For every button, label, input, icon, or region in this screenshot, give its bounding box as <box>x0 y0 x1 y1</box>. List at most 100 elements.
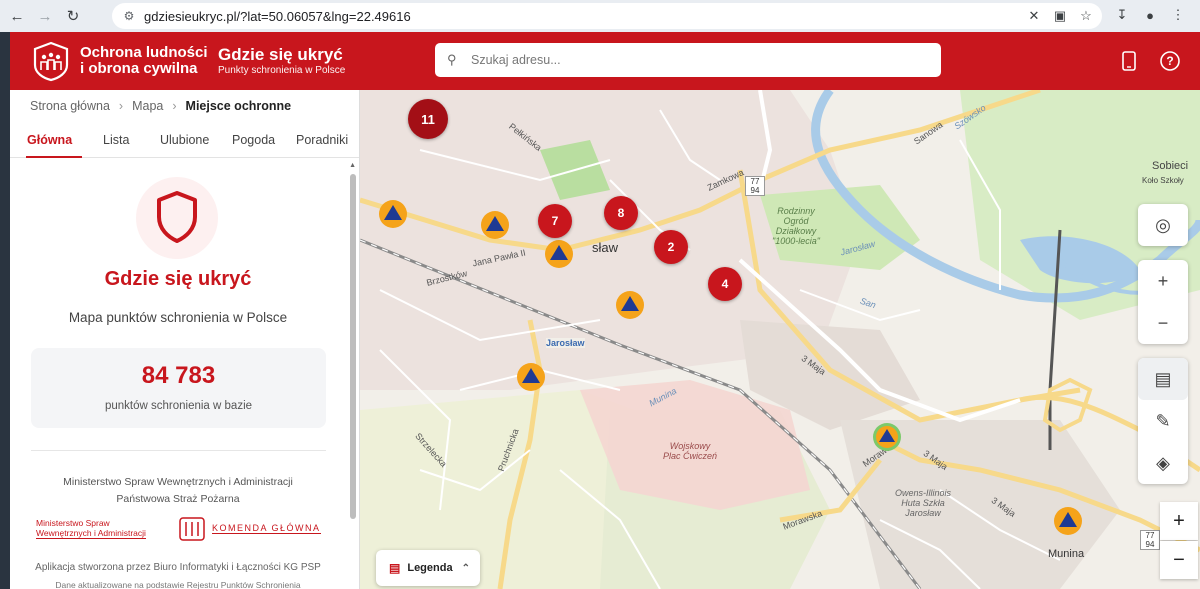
route-shield: 77 94 <box>745 176 765 196</box>
tab-lista[interactable]: Lista <box>103 133 129 147</box>
org-name[interactable]: Ochrona ludności i obrona cywilna <box>80 45 212 77</box>
station-label: Jarosław <box>546 338 585 348</box>
scroll-up-arrow-icon[interactable]: ▲ <box>349 162 356 169</box>
tab-pogoda[interactable]: Pogoda <box>232 133 275 147</box>
mswia-logo-line1: Ministerstwo Spraw <box>36 518 110 528</box>
app-title: Gdzie się ukryć <box>218 45 343 64</box>
shelter-marker[interactable] <box>615 290 645 320</box>
url-text[interactable]: gdziesieukryc.pl/?lat=50.06057&lng=22.49… <box>144 9 411 24</box>
civil-defense-logo-icon[interactable] <box>30 40 72 82</box>
breadcrumb-current: Miejsce ochronne <box>185 99 292 113</box>
city-label: sław <box>592 240 619 255</box>
route-shield: 77 94 <box>1140 530 1160 550</box>
allotment-label: Rodzinny Ogród Działkowy "1000-lecia" <box>772 206 820 246</box>
site-settings-icon[interactable]: ⚙ <box>118 9 140 23</box>
tab-ulubione[interactable]: Ulubione <box>160 133 209 147</box>
sidebar-scrollbar[interactable] <box>350 174 356 519</box>
shelter-marker[interactable] <box>516 362 546 392</box>
psp-emblem-icon <box>179 517 205 541</box>
svg-text:?: ? <box>1166 54 1173 68</box>
app-header: Ochrona ludności i obrona cywilna Gdzie … <box>10 32 1200 90</box>
marker-cluster[interactable]: 7 <box>538 204 572 238</box>
address-search[interactable]: ⚲ <box>435 43 941 77</box>
cast-icon[interactable]: ▣ <box>1050 6 1070 26</box>
map-zoom-out-button[interactable]: − <box>1160 541 1198 579</box>
chevron-up-icon: ⌃ <box>461 562 470 574</box>
search-icon: ⚲ <box>447 52 457 67</box>
kg-psp-logo[interactable]: KOMENDA GŁÓWNA <box>178 516 324 542</box>
kg-psp-logo-text: KOMENDA GŁÓWNA <box>212 523 321 534</box>
chevron-right-icon: › <box>172 99 177 113</box>
locate-control: ◎ <box>1138 204 1188 246</box>
mswia-logo[interactable]: Ministerstwo Spraw Wewnętrznych i Admini… <box>36 518 146 539</box>
marker-cluster[interactable]: 2 <box>654 230 688 264</box>
zoom-out-button[interactable]: − <box>1138 302 1188 344</box>
phone-icon[interactable] <box>1118 50 1140 72</box>
data-note: Dane aktualizowane na podstawie Rejestru… <box>55 580 301 589</box>
map-tools-control: ▤ ✎ ◈ <box>1138 358 1188 484</box>
layers-icon[interactable]: ◈ <box>1138 442 1188 484</box>
factory-label: Owens-Illinois Huta Szkła Jarosław <box>894 488 952 518</box>
menu-dots-icon[interactable]: ⋮ <box>1168 5 1188 25</box>
breadcrumb: Strona główna › Mapa › Miejsce ochronne <box>10 90 359 122</box>
browser-toolbar: ← → ↻ ⚙ gdziesieukryc.pl/?lat=50.06057&l… <box>0 0 1200 32</box>
shelter-marker[interactable] <box>544 239 574 269</box>
desktop-edge <box>0 32 10 589</box>
locate-me-icon[interactable]: ◎ <box>1138 204 1188 246</box>
training-field-label: Wojskowy Plac Ćwiczeń <box>662 441 718 461</box>
star-icon[interactable]: ☆ <box>1076 6 1096 26</box>
address-bar[interactable]: ⚙ gdziesieukryc.pl/?lat=50.06057&lng=22.… <box>112 3 1102 29</box>
org-name-line2: i obrona cywilna <box>80 60 198 77</box>
breadcrumb-map[interactable]: Mapa <box>132 99 163 113</box>
active-tab-indicator <box>26 156 82 158</box>
breadcrumb-home[interactable]: Strona główna <box>30 99 110 113</box>
arrow-right-icon[interactable]: → <box>34 5 56 27</box>
mswia-logo-line2: Wewnętrznych i Administracji <box>36 528 146 539</box>
credit-text: Aplikacja stworzona przez Biuro Informat… <box>35 562 321 573</box>
chevron-right-icon: › <box>118 99 124 113</box>
shelter-count-value: 84 783 <box>141 362 216 389</box>
app-subtitle: Punkty schronienia w Polsce <box>218 65 346 76</box>
map-mode-icon[interactable]: ▤ <box>1138 358 1188 400</box>
help-icon[interactable]: ? <box>1159 50 1181 72</box>
ministry-info: Ministerstwo Spraw Wewnętrznych i Admini… <box>10 474 346 508</box>
arrow-left-icon[interactable]: ← <box>6 5 28 27</box>
sidebar: Strona główna › Mapa › Miejsce ochronne … <box>10 90 360 589</box>
ruler-icon[interactable]: ✎ <box>1138 400 1188 442</box>
org-name-line1: Ochrona ludności <box>80 44 208 61</box>
legend-label: Legenda <box>407 562 453 574</box>
ministry-line1: Ministerstwo Spraw Wewnętrznych i Admini… <box>63 476 293 488</box>
eye-off-icon[interactable]: ✕ <box>1024 6 1044 26</box>
marker-cluster[interactable]: 11 <box>408 99 448 139</box>
reload-icon[interactable]: ↻ <box>62 5 84 27</box>
profile-icon[interactable]: ● <box>1140 5 1160 25</box>
shelter-marker[interactable] <box>480 210 510 240</box>
main-title: Gdzie się ukryć <box>104 268 252 290</box>
marker-cluster[interactable]: 8 <box>604 196 638 230</box>
search-input[interactable] <box>471 53 931 67</box>
village-label: Koło Szkoły <box>1142 176 1184 185</box>
marker-cluster[interactable]: 4 <box>708 267 742 301</box>
zoom-in-button[interactable]: + <box>1138 260 1188 302</box>
shelter-marker[interactable] <box>378 199 408 229</box>
shelter-marker[interactable] <box>1053 506 1083 536</box>
tab-glowna[interactable]: Główna <box>27 133 72 147</box>
download-icon[interactable]: ↧ <box>1112 5 1132 25</box>
divider <box>31 450 326 451</box>
map-legend-icon: ▤ <box>389 561 401 575</box>
ministry-line2: Państwowa Straż Pożarna <box>116 493 240 505</box>
shelter-marker-selected[interactable] <box>872 422 902 452</box>
tab-poradniki[interactable]: Poradniki <box>296 133 348 147</box>
map-view[interactable]: Pełkińska Zamkowa Jana Pawła II Brzostkó… <box>360 90 1200 589</box>
sidebar-tabs: Główna Lista Ulubione Pogoda Poradniki <box>10 122 359 158</box>
zoom-control: + − <box>1138 260 1188 344</box>
app-title-block[interactable]: Gdzie się ukryć Punkty schronienia w Pol… <box>218 45 345 77</box>
main-subtitle: Mapa punktów schronienia w Polsce <box>68 310 288 325</box>
shelter-count-label: punktów schronienia w bazie <box>104 400 253 412</box>
shield-icon <box>136 177 218 259</box>
map-zoom-in-button[interactable]: + <box>1160 502 1198 540</box>
village-label: Munina <box>1048 548 1085 560</box>
village-label: Sobieci <box>1152 160 1189 172</box>
legend-button[interactable]: ▤ Legenda ⌃ <box>376 550 480 586</box>
shelter-count-card: 84 783 punktów schronienia w bazie <box>31 348 326 428</box>
